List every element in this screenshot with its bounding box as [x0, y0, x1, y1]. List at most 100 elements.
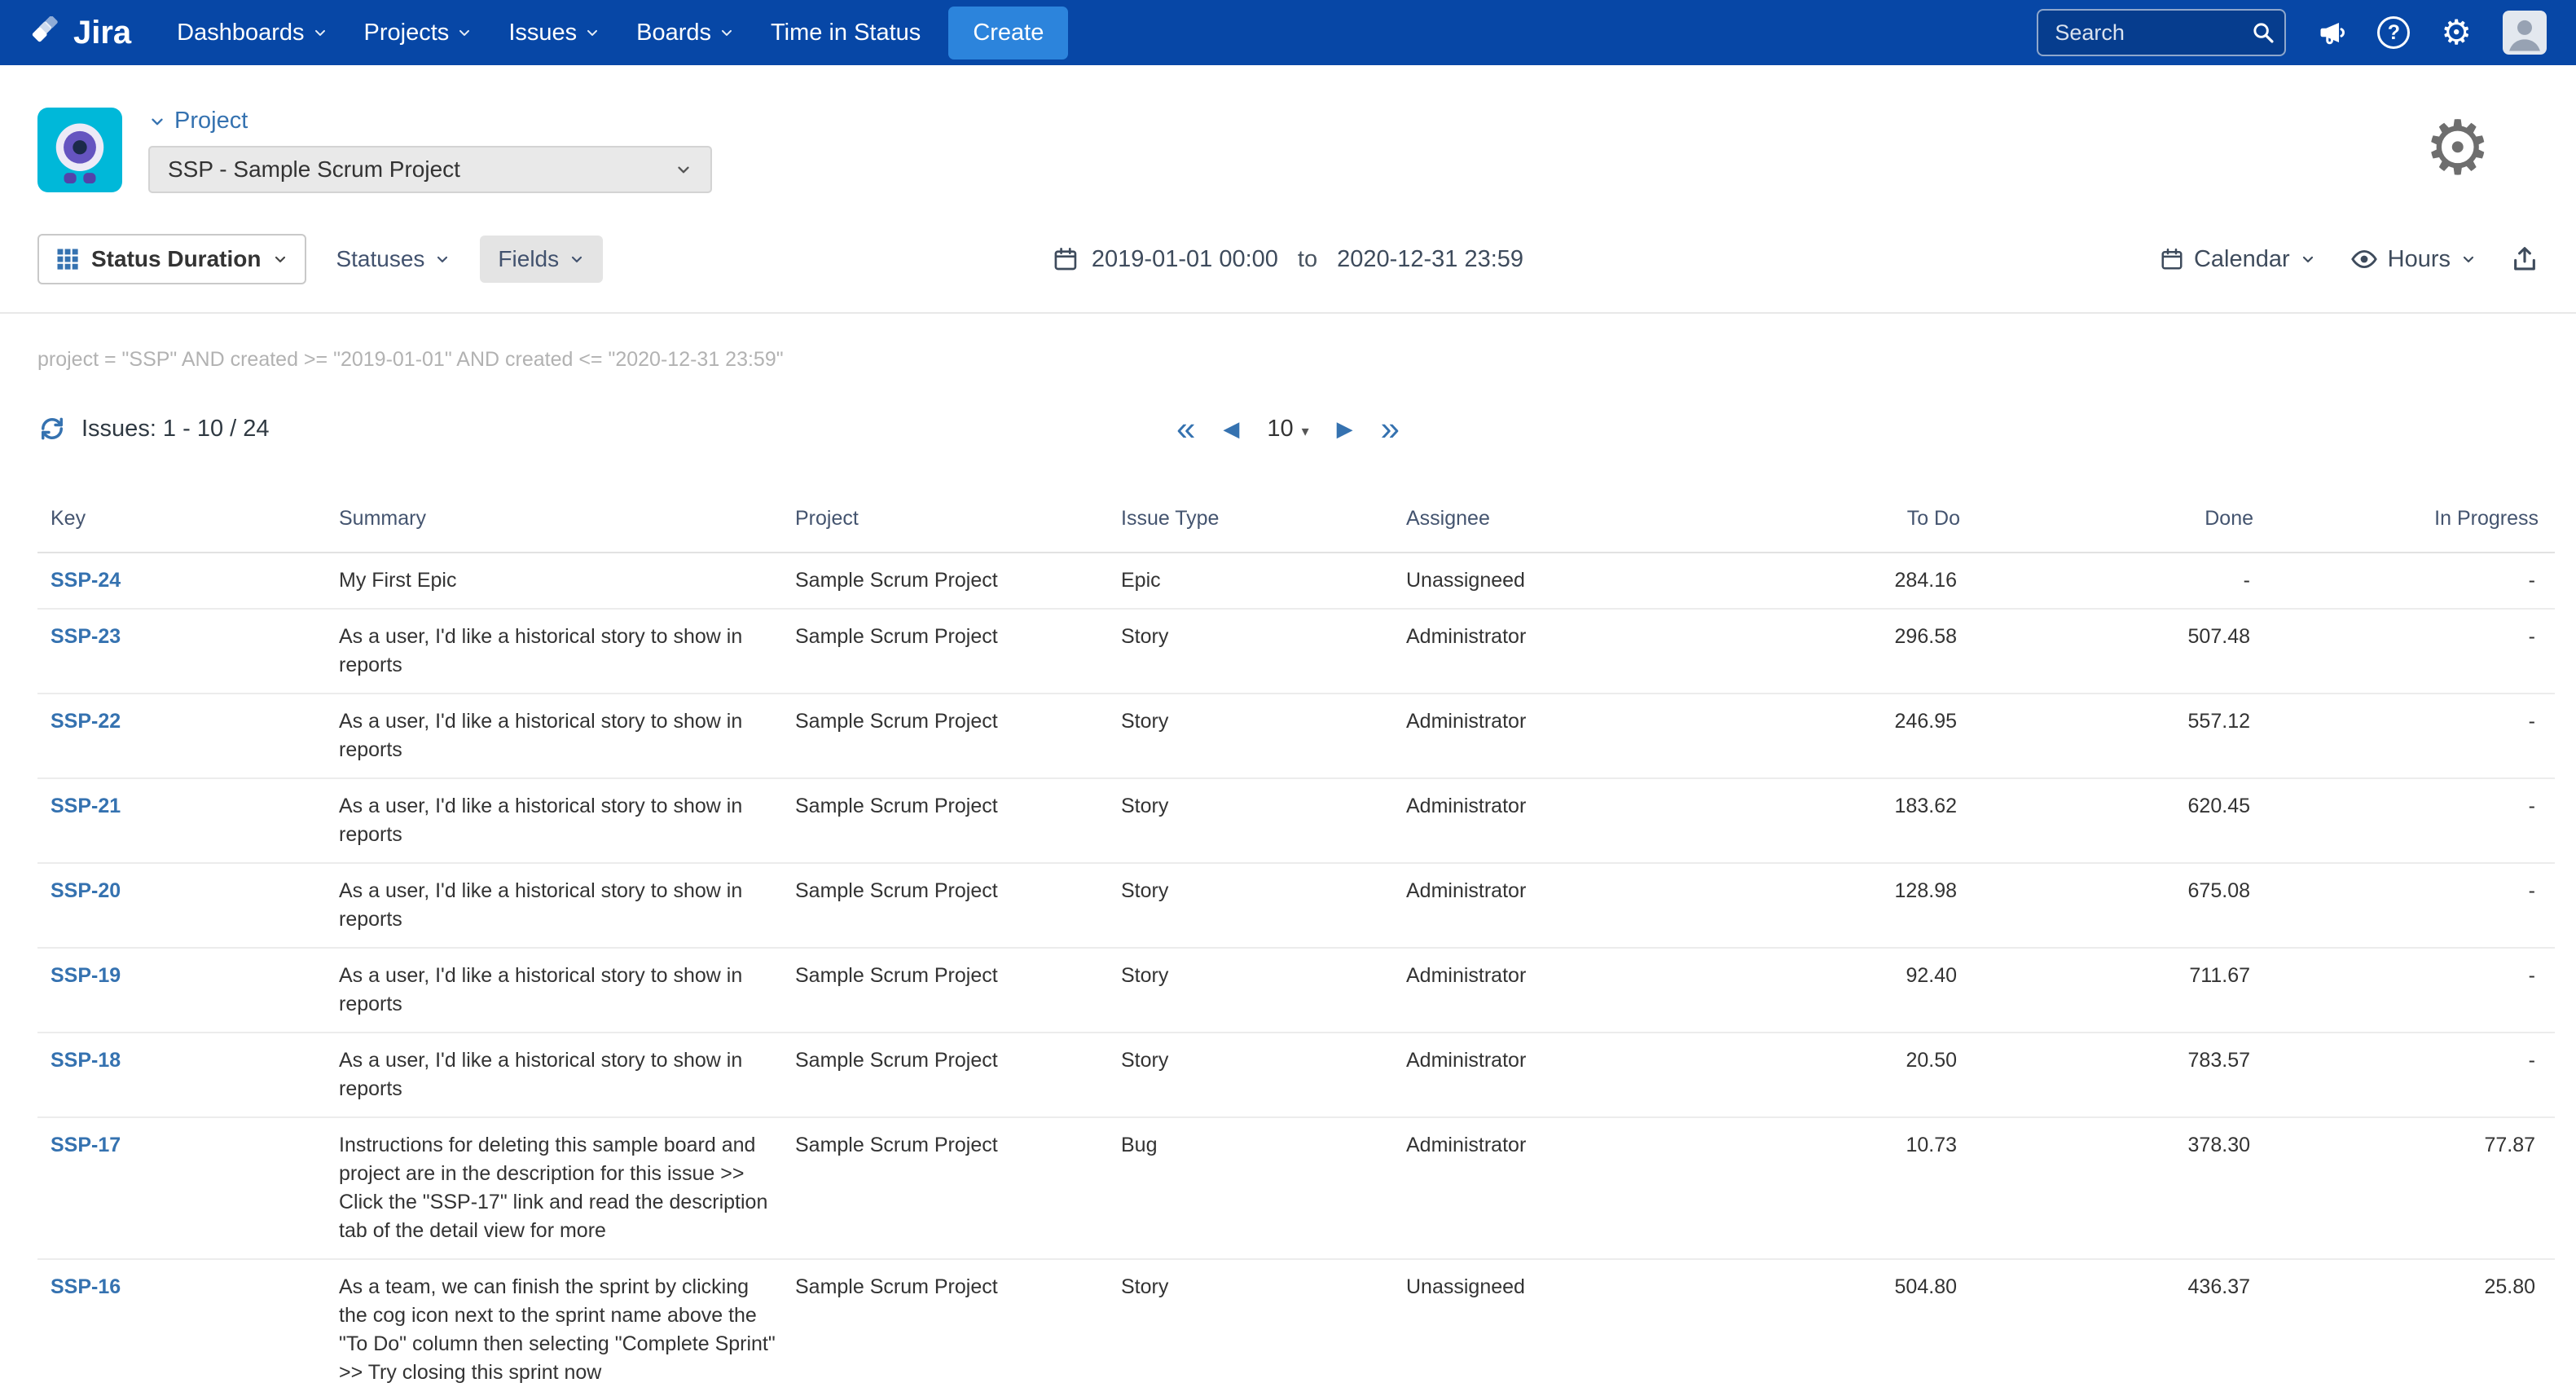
statuses-label: Statuses: [336, 246, 424, 272]
cell-summary: Instructions for deleting this sample bo…: [339, 1117, 795, 1259]
issue-key-link[interactable]: SSP-20: [51, 879, 121, 902]
project-header: Project SSP - Sample Scrum Project ⚙: [0, 65, 2576, 193]
cell-in-progress: -: [2270, 948, 2555, 1033]
next-page-button[interactable]: ▶: [1337, 418, 1353, 439]
cell-todo: 296.58: [1748, 609, 1976, 694]
nav-item-label: Boards: [636, 20, 711, 46]
cell-assignee: Administrator: [1406, 948, 1748, 1033]
issues-row: Issues: 1 - 10 / 24 « ◀ 10 ▾ ▶ »: [37, 411, 2539, 447]
navbar-right: ? ⚙: [2037, 9, 2547, 56]
issue-key-link[interactable]: SSP-23: [51, 625, 121, 648]
chevron-down-icon: [456, 24, 473, 41]
cell-assignee: Administrator: [1406, 863, 1748, 948]
cell-issue-type: Epic: [1121, 553, 1406, 609]
search-box: [2037, 9, 2286, 56]
create-button[interactable]: Create: [948, 7, 1068, 59]
cell-in-progress: -: [2270, 1033, 2555, 1117]
cell-done: 675.08: [1976, 863, 2270, 948]
nav-item-issues[interactable]: Issues: [508, 20, 600, 46]
nav-item-label: Issues: [508, 20, 577, 46]
table-row: SSP-16As a team, we can finish the sprin…: [37, 1259, 2555, 1396]
date-to-word: to: [1298, 246, 1317, 273]
project-select[interactable]: SSP - Sample Scrum Project: [148, 146, 712, 193]
column-header-project: Project: [795, 492, 1121, 553]
table-row: SSP-24My First EpicSample Scrum ProjectE…: [37, 553, 2555, 609]
report-type-label: Status Duration: [91, 246, 261, 272]
cell-key: SSP-17: [37, 1117, 339, 1259]
previous-page-button[interactable]: ◀: [1223, 418, 1239, 439]
cell-in-progress: 25.80: [2270, 1259, 2555, 1396]
hours-dropdown[interactable]: Hours: [2350, 245, 2477, 273]
statuses-button[interactable]: Statuses: [323, 236, 464, 283]
nav-item-time-in-status[interactable]: Time in Status: [771, 20, 921, 46]
cell-key: SSP-24: [37, 553, 339, 609]
cell-summary: My First Epic: [339, 553, 795, 609]
date-range[interactable]: 2019-01-01 00:00 to 2020-12-31 23:59: [1053, 246, 1523, 273]
column-header-issue-type: Issue Type: [1121, 492, 1406, 553]
cell-done: 507.48: [1976, 609, 2270, 694]
first-page-button[interactable]: «: [1176, 412, 1195, 446]
issue-key-link[interactable]: SSP-22: [51, 710, 121, 733]
date-to: 2020-12-31 23:59: [1337, 246, 1523, 273]
jira-logo[interactable]: Jira: [29, 15, 131, 51]
project-section-toggle[interactable]: Project: [148, 108, 712, 134]
issue-key-link[interactable]: SSP-16: [51, 1275, 121, 1298]
report-settings-gear-icon[interactable]: ⚙: [2424, 111, 2491, 186]
cell-todo: 284.16: [1748, 553, 1976, 609]
cell-summary: As a user, I'd like a historical story t…: [339, 863, 795, 948]
jql-query-text: project = "SSP" AND created >= "2019-01-…: [37, 348, 2539, 372]
cell-issue-type: Bug: [1121, 1117, 1406, 1259]
fields-button[interactable]: Fields: [480, 236, 603, 283]
cell-done: 783.57: [1976, 1033, 2270, 1117]
cell-key: SSP-20: [37, 863, 339, 948]
nav-item-projects[interactable]: Projects: [364, 20, 473, 46]
settings-gear-icon[interactable]: ⚙: [2441, 15, 2472, 50]
search-input[interactable]: [2037, 9, 2286, 56]
toolbar-left: Status Duration Statuses Fields: [37, 234, 603, 284]
cell-key: SSP-21: [37, 778, 339, 863]
cell-key: SSP-16: [37, 1259, 339, 1396]
cell-project: Sample Scrum Project: [795, 1259, 1121, 1396]
issue-key-link[interactable]: SSP-19: [51, 964, 121, 987]
cell-key: SSP-19: [37, 948, 339, 1033]
cell-key: SSP-18: [37, 1033, 339, 1117]
column-header-to-do: To Do: [1748, 492, 1976, 553]
cell-todo: 183.62: [1748, 778, 1976, 863]
calendar-dropdown[interactable]: Calendar: [2160, 246, 2316, 273]
issue-key-link[interactable]: SSP-21: [51, 795, 121, 817]
cell-assignee: Administrator: [1406, 694, 1748, 778]
table-row: SSP-21As a user, I'd like a historical s…: [37, 778, 2555, 863]
export-icon[interactable]: [2511, 245, 2539, 273]
cell-in-progress: -: [2270, 778, 2555, 863]
cell-in-progress: 77.87: [2270, 1117, 2555, 1259]
page-size-value: 10: [1267, 416, 1293, 443]
announcement-megaphone-icon[interactable]: [2317, 18, 2346, 47]
toolbar-right: Calendar Hours: [2160, 245, 2539, 273]
nav-item-boards[interactable]: Boards: [636, 20, 735, 46]
jira-mark-icon: [29, 16, 62, 49]
cell-done: 378.30: [1976, 1117, 2270, 1259]
nav-item-dashboards[interactable]: Dashboards: [177, 20, 327, 46]
report-type-button[interactable]: Status Duration: [37, 234, 306, 284]
cell-issue-type: Story: [1121, 1033, 1406, 1117]
page-size-select[interactable]: 10 ▾: [1267, 416, 1308, 443]
issue-key-link[interactable]: SSP-17: [51, 1134, 121, 1156]
chevron-down-icon: [2460, 251, 2477, 267]
chevron-down-icon: [584, 24, 600, 41]
last-page-button[interactable]: »: [1381, 412, 1400, 446]
eye-icon: [2350, 245, 2378, 273]
project-section-label: Project: [174, 108, 248, 134]
table-row: SSP-22As a user, I'd like a historical s…: [37, 694, 2555, 778]
issue-key-link[interactable]: SSP-18: [51, 1049, 121, 1072]
main-nav: Dashboards Projects Issues Boards Time in St…: [177, 20, 921, 46]
refresh-icon[interactable]: [37, 414, 67, 443]
cell-todo: 10.73: [1748, 1117, 1976, 1259]
nav-item-label: Projects: [364, 20, 450, 46]
user-avatar[interactable]: [2503, 11, 2547, 55]
table-row: SSP-19As a user, I'd like a historical s…: [37, 948, 2555, 1033]
cell-project: Sample Scrum Project: [795, 1033, 1121, 1117]
cell-todo: 92.40: [1748, 948, 1976, 1033]
search-icon[interactable]: [2250, 20, 2276, 46]
issue-key-link[interactable]: SSP-24: [51, 569, 121, 592]
help-icon[interactable]: ?: [2377, 16, 2410, 49]
